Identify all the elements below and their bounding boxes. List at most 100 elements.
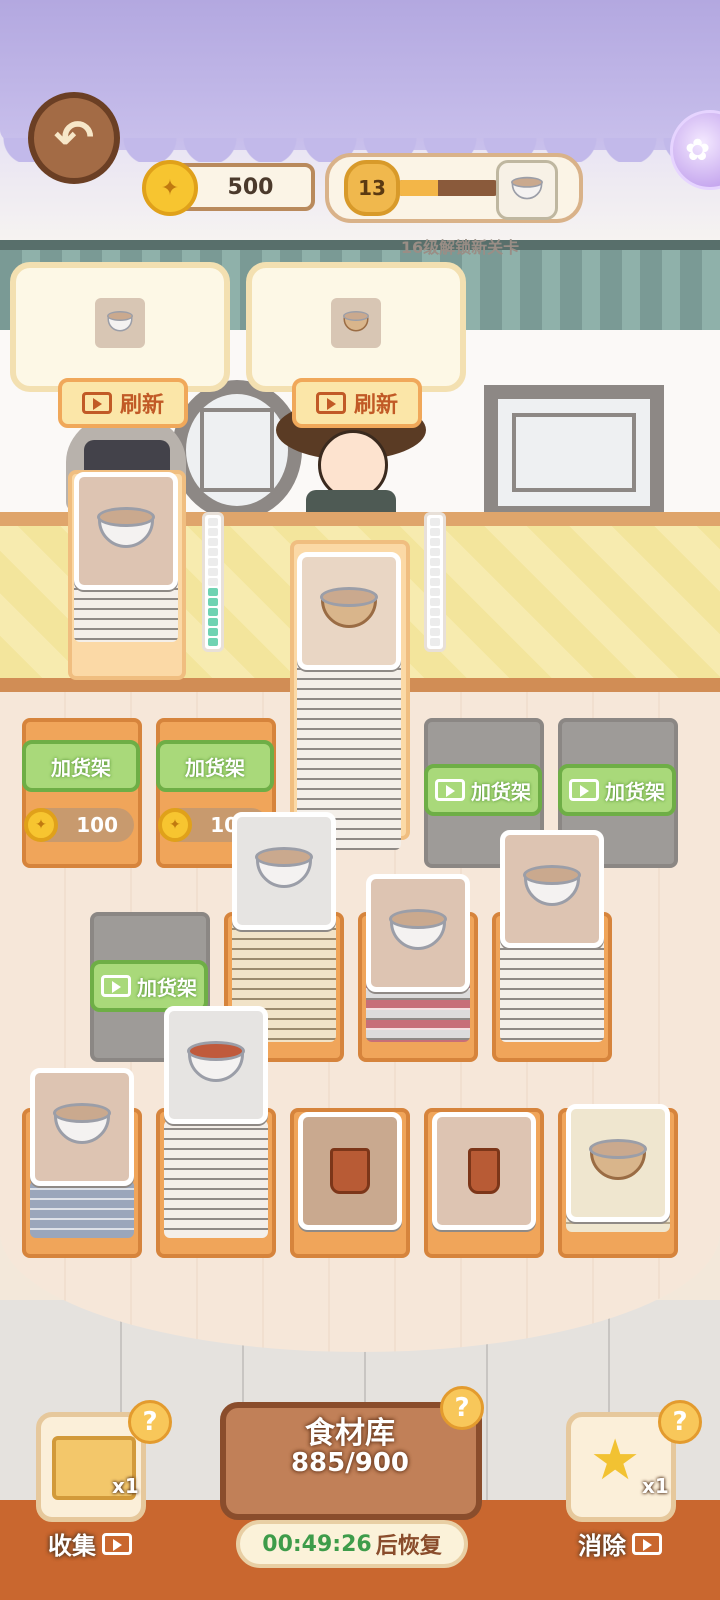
meter-segment — [208, 608, 218, 616]
meter-segment — [430, 578, 440, 586]
meter-segment — [208, 598, 218, 606]
mug-icon — [330, 1148, 370, 1194]
help-glyph: ? — [454, 1393, 470, 1423]
meter-segment — [208, 588, 218, 596]
add-shelf-label: 加货架 — [51, 755, 111, 780]
meter-segment — [430, 628, 440, 636]
video-icon — [81, 392, 112, 414]
meter-segment — [430, 528, 440, 536]
remove-button[interactable]: 消除 — [578, 1526, 662, 1561]
stack-top-card[interactable] — [432, 1112, 536, 1230]
refresh-label: 刷新 — [353, 393, 398, 418]
stack-top-card[interactable] — [566, 1104, 670, 1222]
meter-segment — [208, 568, 218, 576]
video-icon — [435, 779, 465, 801]
fill-meter-2 — [424, 512, 446, 652]
meter-segment — [208, 628, 218, 636]
level-progress-bar — [398, 180, 498, 196]
add-shelf-video-button-1[interactable]: 加货架 — [424, 764, 542, 816]
meter-segment — [430, 558, 440, 566]
add-shelf-video-button-2[interactable]: 加货架 — [558, 764, 676, 816]
meter-segment — [208, 578, 218, 586]
stack-top-card[interactable] — [74, 472, 178, 590]
wooden-bowl-icon — [589, 1139, 647, 1180]
bowl-icon — [255, 847, 313, 888]
plate-stack — [30, 1180, 134, 1238]
collect-count: x1 — [112, 1474, 139, 1498]
meter-segment — [430, 598, 440, 606]
refresh-button-1[interactable]: 刷新 — [58, 378, 188, 428]
add-shelf-label: 加货架 — [185, 755, 245, 780]
video-icon — [632, 1532, 662, 1555]
video-icon — [102, 1532, 132, 1555]
pantry-count: 885/900 — [290, 1448, 410, 1478]
stack-top-card[interactable] — [500, 830, 604, 948]
magic-wand-icon: ★ — [590, 1428, 641, 1493]
wooden-bowl-icon — [331, 298, 381, 348]
add-shelf-label: 加货架 — [471, 779, 531, 804]
meter-segment — [430, 538, 440, 546]
stack-top-card[interactable] — [164, 1006, 268, 1124]
order-card-1 — [10, 262, 230, 392]
level-number: 13 — [358, 176, 386, 200]
meter-segment — [430, 638, 440, 646]
fill-meter-1 — [202, 512, 224, 652]
level-progress-fill — [398, 180, 438, 196]
cup-icon — [468, 1148, 500, 1194]
restore-timer: 00:49:26 后恢复 — [236, 1520, 468, 1568]
collect-help-icon[interactable]: ? — [128, 1400, 172, 1444]
collect-label: 收集 — [48, 1532, 96, 1560]
carrot-coin-icon: ✦ — [158, 808, 192, 842]
help-glyph: ? — [672, 1407, 688, 1437]
add-shelf-label: 加货架 — [605, 779, 665, 804]
wooden-bowl-icon — [320, 587, 378, 628]
remove-count: x1 — [642, 1474, 669, 1498]
bowl-icon — [389, 909, 447, 950]
plate-stack — [164, 1120, 268, 1238]
carrot-coin-icon: ✦ — [24, 808, 58, 842]
stack-top-card[interactable] — [366, 874, 470, 992]
price-amount: 100 — [76, 813, 118, 837]
video-icon — [101, 975, 131, 997]
add-shelf-label: 加货架 — [137, 975, 197, 1000]
refresh-label: 刷新 — [119, 393, 164, 418]
meter-segment — [208, 618, 218, 626]
remove-help-icon[interactable]: ? — [658, 1400, 702, 1444]
refresh-button-2[interactable]: 刷新 — [292, 378, 422, 428]
next-level-dish-icon — [496, 160, 558, 220]
meter-segment — [430, 518, 440, 526]
carrot-coin-icon: ✦ — [142, 160, 198, 216]
octagon-window — [484, 385, 664, 520]
pantry-title: 食材库 — [305, 1416, 395, 1451]
meter-segment — [430, 548, 440, 556]
pantry-help-icon[interactable]: ? — [440, 1386, 484, 1430]
video-icon — [569, 779, 599, 801]
level-badge: 13 — [344, 160, 400, 216]
meter-segment — [208, 538, 218, 546]
round-window — [172, 380, 302, 520]
add-shelf-button-2[interactable]: 加货架 — [156, 740, 274, 792]
meter-segment — [208, 638, 218, 646]
stack-top-card[interactable] — [30, 1068, 134, 1186]
timer-suffix: 后恢复 — [375, 1534, 442, 1559]
meter-segment — [208, 558, 218, 566]
unlock-hint: 16级解锁新关卡 — [400, 238, 520, 257]
bowl-icon — [53, 1103, 111, 1144]
stack-top-card[interactable] — [232, 812, 336, 930]
bowl-icon — [95, 298, 145, 348]
help-glyph: ? — [142, 1407, 158, 1437]
add-shelf-button-1[interactable]: 加货架 — [22, 740, 140, 792]
back-button[interactable]: ↶ — [28, 92, 120, 184]
bowl-icon — [523, 865, 581, 906]
add-shelf-video-button-3[interactable]: 加货架 — [90, 960, 208, 1012]
order-card-2 — [246, 262, 466, 392]
collect-button[interactable]: 收集 — [48, 1526, 132, 1561]
meter-segment — [430, 568, 440, 576]
bowl-icon — [97, 507, 155, 548]
stack-top-card[interactable] — [298, 1112, 402, 1230]
video-icon — [315, 392, 346, 414]
timer-value: 00:49:26 — [262, 1531, 372, 1557]
meter-segment — [208, 528, 218, 536]
meter-segment — [430, 608, 440, 616]
stack-top-card[interactable] — [297, 552, 401, 670]
